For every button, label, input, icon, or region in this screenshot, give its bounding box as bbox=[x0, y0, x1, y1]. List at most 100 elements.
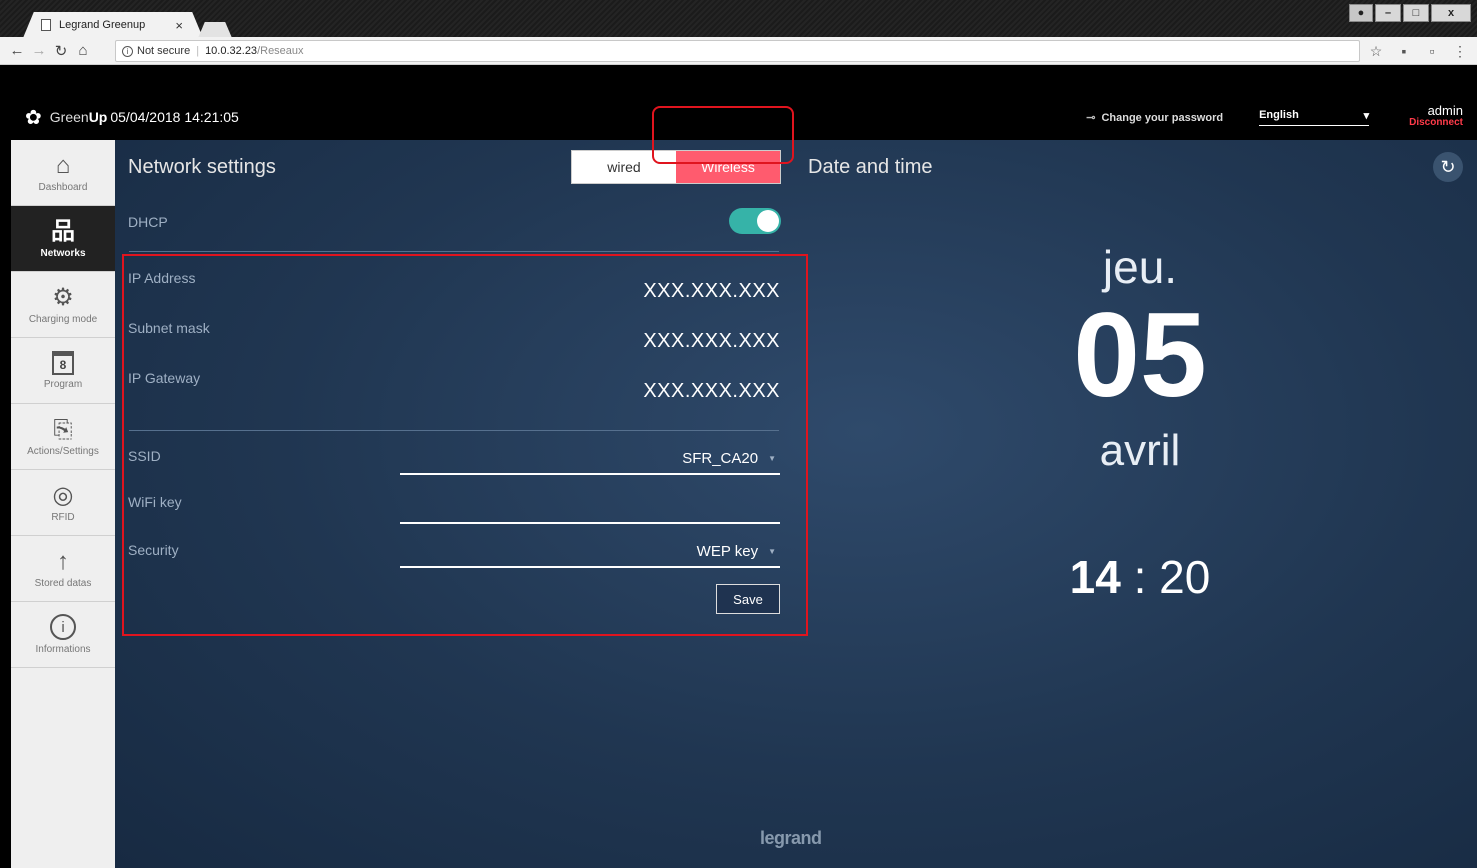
back-icon[interactable]: ← bbox=[6, 42, 28, 59]
browser-titlebar: Legrand Greenup × ● – □ x bbox=[0, 0, 1477, 38]
window-controls: ● – □ x bbox=[1349, 4, 1471, 22]
rfid-icon: ◎ bbox=[52, 481, 74, 509]
user-block: admin Disconnect bbox=[1409, 103, 1463, 129]
tab-close-icon[interactable]: × bbox=[175, 18, 183, 33]
sidebar-item-actions-settings[interactable]: ⎘ Actions/Settings bbox=[11, 404, 115, 470]
sidebar-item-label: Actions/Settings bbox=[27, 445, 99, 457]
sidebar-item-label: Networks bbox=[40, 247, 86, 259]
key-icon: ⊸ bbox=[1086, 111, 1096, 124]
sidebar: ⌂ Dashboard 品 Networks ⚙ Charging mode 8… bbox=[11, 140, 115, 868]
network-settings-title: Network settings bbox=[128, 156, 276, 178]
url-separator: | bbox=[196, 45, 200, 57]
wireless-highlight-box bbox=[652, 106, 794, 164]
month-name: avril bbox=[1099, 426, 1181, 475]
chevron-down-icon: ▼ bbox=[768, 546, 776, 556]
ip-address-value: XXX.XXX.XXX bbox=[643, 280, 780, 302]
info-icon[interactable]: i bbox=[122, 45, 133, 57]
current-time: 14 : 20 bbox=[1035, 550, 1245, 604]
minimize-icon[interactable]: – bbox=[1375, 4, 1401, 22]
chevron-down-icon: ▼ bbox=[768, 453, 776, 463]
sidebar-item-label: Informations bbox=[35, 644, 91, 655]
legrand-logo: legrand bbox=[760, 828, 822, 848]
url-host: 10.0.32.23 bbox=[205, 45, 258, 57]
chevron-down-icon: ▾ bbox=[1363, 109, 1370, 122]
brand-name: GreenUp bbox=[49, 109, 108, 125]
save-button[interactable]: Save bbox=[716, 584, 780, 614]
wifi-key-input[interactable] bbox=[400, 492, 780, 524]
browser-toolbar: ← → ↻ ⌂ i Not secure | 10.0.32.23 /Resea… bbox=[0, 37, 1477, 65]
sidebar-item-label: Charging mode bbox=[28, 313, 98, 325]
profile-icon[interactable]: ● bbox=[1349, 4, 1373, 22]
app-left-strip bbox=[0, 65, 11, 868]
home-icon: ⌂ bbox=[55, 151, 71, 179]
subnet-mask-value: XXX.XXX.XXX bbox=[643, 330, 780, 352]
sidebar-item-dashboard[interactable]: ⌂ Dashboard bbox=[11, 140, 115, 206]
gear-icon[interactable]: ✿ bbox=[25, 105, 42, 130]
sidebar-item-stored-datas[interactable]: ↑ Stored datas bbox=[11, 536, 115, 602]
ip-address-label: IP Address bbox=[128, 270, 196, 286]
sidebar-item-program[interactable]: 8 Program bbox=[11, 338, 115, 404]
header-right: ⊸ Change your password English ▾ admin Di… bbox=[1086, 94, 1477, 140]
address-bar[interactable]: i Not secure | 10.0.32.23 /Reseaux bbox=[115, 40, 1360, 62]
header-datetime: 05/04/2018 14:21:05 bbox=[110, 109, 239, 125]
day-name: jeu. bbox=[1102, 241, 1178, 293]
tab-title: Legrand Greenup bbox=[59, 19, 146, 31]
network-icon: 品 bbox=[51, 217, 75, 245]
username: admin bbox=[1427, 103, 1463, 118]
extension-icon[interactable]: ▪ bbox=[1397, 43, 1411, 60]
disconnect-link[interactable]: Disconnect bbox=[1409, 117, 1463, 129]
divider bbox=[129, 430, 779, 431]
subnet-mask-label: Subnet mask bbox=[128, 320, 210, 336]
forward-icon[interactable]: → bbox=[28, 42, 50, 59]
sidebar-item-label: Stored datas bbox=[34, 577, 92, 589]
ssid-select[interactable]: SFR_CA20 ▼ bbox=[400, 443, 780, 475]
refresh-icon[interactable]: ↻ bbox=[1433, 152, 1463, 182]
menu-icon[interactable]: ⋮ bbox=[1453, 43, 1467, 60]
home-icon[interactable]: ⌂ bbox=[72, 42, 94, 59]
calendar-icon: 8 bbox=[52, 351, 74, 375]
wifi-key-label: WiFi key bbox=[128, 494, 182, 510]
ssid-label: SSID bbox=[128, 448, 161, 464]
reload-icon[interactable]: ↻ bbox=[50, 42, 72, 60]
day-number: 05 bbox=[1073, 288, 1207, 422]
divider bbox=[129, 251, 779, 252]
security-label: Not secure bbox=[137, 45, 191, 57]
clipboard-pulse-icon: ⎘ bbox=[53, 415, 73, 443]
sidebar-item-charging-mode[interactable]: ⚙ Charging mode bbox=[11, 272, 115, 338]
bookmark-star-icon[interactable]: ☆ bbox=[1369, 43, 1383, 60]
info-circle-icon: i bbox=[50, 614, 76, 640]
dhcp-label: DHCP bbox=[128, 214, 168, 230]
security-value: WEP key bbox=[696, 542, 759, 560]
toolbar-actions: ☆ ▪ ▫ ⋮ bbox=[1369, 43, 1467, 60]
sidebar-item-informations[interactable]: i Informations bbox=[11, 602, 115, 668]
security-select[interactable]: WEP key ▼ bbox=[400, 536, 780, 568]
change-password-link[interactable]: ⊸ Change your password bbox=[1086, 111, 1223, 124]
sidebar-item-rfid[interactable]: ◎ RFID bbox=[11, 470, 115, 536]
cast-icon[interactable]: ▫ bbox=[1425, 43, 1439, 60]
language-select[interactable]: English ▾ bbox=[1259, 108, 1370, 126]
minute: 20 bbox=[1159, 551, 1211, 603]
url-path: /Reseaux bbox=[257, 45, 304, 57]
dhcp-toggle[interactable] bbox=[729, 208, 781, 234]
hour: 14 bbox=[1069, 551, 1121, 603]
maximize-icon[interactable]: □ bbox=[1403, 4, 1429, 22]
ip-gateway-value: XXX.XXX.XXX bbox=[643, 380, 780, 402]
upload-arrow-icon: ↑ bbox=[57, 547, 69, 575]
sidebar-item-networks[interactable]: 品 Networks bbox=[11, 206, 115, 272]
page-icon bbox=[41, 19, 51, 31]
main-panel: Network settings wired Wireless DHCP IP … bbox=[115, 106, 1477, 868]
time-separator: : bbox=[1133, 551, 1147, 603]
app-top-strip bbox=[0, 65, 1477, 94]
browser-tab[interactable]: Legrand Greenup × bbox=[23, 12, 203, 38]
new-tab-button[interactable] bbox=[198, 22, 232, 38]
language-value: English bbox=[1259, 108, 1299, 121]
toggle-knob bbox=[757, 210, 779, 232]
cog-icon: ⚙ bbox=[52, 283, 74, 311]
sidebar-item-label: Dashboard bbox=[38, 181, 88, 193]
sidebar-item-label: RFID bbox=[51, 511, 75, 523]
ssid-value: SFR_CA20 bbox=[682, 449, 759, 467]
date-time-title: Date and time bbox=[808, 156, 933, 178]
sidebar-item-label: Program bbox=[43, 379, 83, 390]
ip-gateway-label: IP Gateway bbox=[128, 370, 201, 386]
window-close-button[interactable]: x bbox=[1431, 4, 1471, 22]
